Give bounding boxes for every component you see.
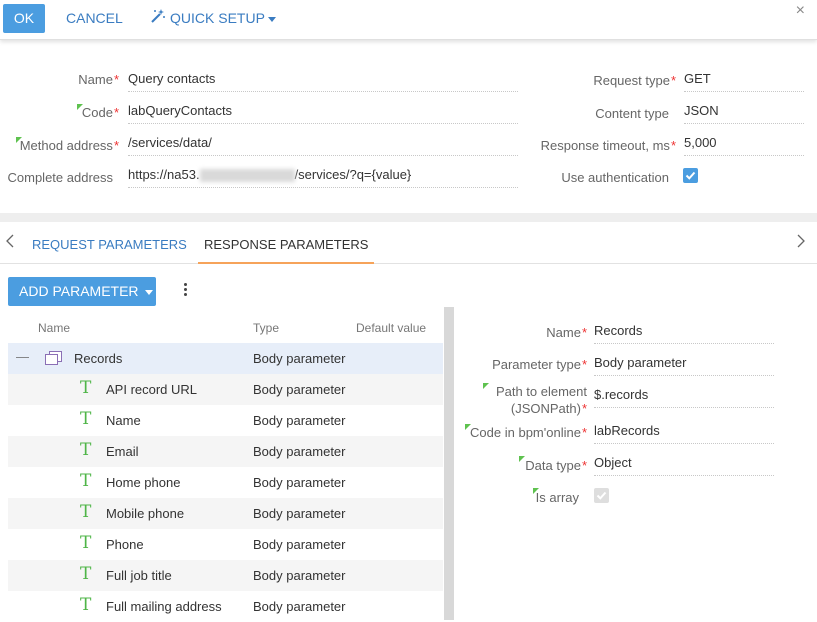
text-type-icon: T <box>80 595 92 615</box>
quick-setup-button[interactable]: QUICK SETUP <box>150 4 276 33</box>
row-type: Body parameter <box>253 506 346 521</box>
request-type-field[interactable]: GET <box>684 70 804 92</box>
data-type-field[interactable]: Object <box>594 454 774 476</box>
table-row[interactable]: T Full job title Body parameter <box>8 560 443 591</box>
column-header-name[interactable]: Name <box>38 321 70 335</box>
is-array-label: Is array <box>535 490 579 505</box>
use-authentication-checkbox[interactable] <box>683 168 698 183</box>
content-type-label: Content type <box>595 106 669 121</box>
content-type-field[interactable]: JSON <box>684 102 804 124</box>
table-row[interactable]: T Name Body parameter <box>8 405 443 436</box>
request-type-label: Request type* <box>593 73 676 88</box>
row-type: Body parameter <box>253 351 346 366</box>
table-row[interactable]: T Email Body parameter <box>8 436 443 467</box>
name-label: Name* <box>78 72 119 87</box>
code-in-bpmonline-field[interactable]: labRecords <box>594 422 774 444</box>
chevron-right-icon[interactable] <box>797 234 807 252</box>
chevron-left-icon[interactable] <box>6 234 16 252</box>
data-type-label: Data type* <box>525 458 587 473</box>
row-name: API record URL <box>106 382 198 397</box>
row-name: Phone <box>106 537 144 552</box>
is-array-checkbox <box>594 488 609 503</box>
panel-splitter[interactable] <box>444 307 454 620</box>
text-type-icon: T <box>80 502 92 522</box>
row-type: Body parameter <box>253 537 346 552</box>
row-type: Body parameter <box>253 599 346 614</box>
row-name: Full mailing address <box>106 599 222 614</box>
row-type: Body parameter <box>253 444 346 459</box>
row-type: Body parameter <box>253 568 346 583</box>
chevron-down-icon <box>267 16 276 22</box>
row-name: Mobile phone <box>106 506 185 521</box>
text-type-icon: T <box>80 533 92 553</box>
complete-address-field: https://na53./services/?q={value} <box>128 166 518 188</box>
table-row[interactable]: T Mobile phone Body parameter <box>8 498 443 529</box>
tab-request-parameters[interactable]: REQUEST PARAMETERS <box>32 222 187 264</box>
magic-wand-icon <box>150 5 166 34</box>
text-type-icon: T <box>80 564 92 584</box>
add-parameter-button[interactable]: ADD PARAMETER <box>8 277 156 306</box>
row-name: Home phone <box>106 475 181 490</box>
row-type: Body parameter <box>253 382 346 397</box>
name-field[interactable]: Query contacts <box>128 70 518 92</box>
table-row[interactable]: T Full mailing address Body parameter <box>8 591 443 622</box>
method-address-field[interactable]: /services/data/ <box>128 134 518 156</box>
param-name-field[interactable]: Records <box>594 322 774 344</box>
table-row[interactable]: T API record URL Body parameter <box>8 374 443 405</box>
path-to-element-field[interactable]: $.records <box>594 386 774 408</box>
parameter-type-field[interactable]: Body parameter <box>594 354 774 376</box>
response-timeout-label: Response timeout, ms* <box>540 138 676 153</box>
column-header-default[interactable]: Default value <box>356 321 426 335</box>
object-icon <box>45 351 62 368</box>
path-to-element-label: Path to element (JSONPath)* <box>495 384 587 416</box>
more-options-icon[interactable] <box>184 283 188 298</box>
code-field[interactable]: labQueryContacts <box>128 102 518 124</box>
complete-address-label: Complete address <box>7 170 114 185</box>
parameter-type-label: Parameter type* <box>492 357 587 372</box>
code-in-bpmonline-label: Code in bpm'online* <box>470 425 587 440</box>
top-toolbar: OK CANCEL QUICK SETUP × <box>0 0 817 40</box>
param-name-label: Name* <box>546 325 587 340</box>
row-name: Records <box>74 351 123 366</box>
row-name: Name <box>106 413 141 428</box>
table-row[interactable]: — Records Body parameter <box>8 343 443 374</box>
text-type-icon: T <box>80 378 92 398</box>
response-timeout-field[interactable]: 5,000 <box>684 134 804 156</box>
redacted-domain <box>199 169 295 183</box>
text-type-icon: T <box>80 409 92 429</box>
text-type-icon: T <box>80 440 92 460</box>
row-type: Body parameter <box>253 413 346 428</box>
checkmark-icon <box>685 171 696 180</box>
method-address-label: Method address* <box>19 138 119 153</box>
tab-bar: REQUEST PARAMETERS RESPONSE PARAMETERS <box>0 222 817 264</box>
row-name: Email <box>106 444 139 459</box>
ok-button[interactable]: OK <box>3 4 45 33</box>
row-type: Body parameter <box>253 475 346 490</box>
quick-setup-label: QUICK SETUP <box>170 10 265 26</box>
close-icon[interactable]: × <box>796 2 805 20</box>
row-name: Full job title <box>106 568 172 583</box>
table-row[interactable]: T Home phone Body parameter <box>8 467 443 498</box>
text-type-icon: T <box>80 471 92 491</box>
code-label: Code* <box>81 105 119 120</box>
use-authentication-label: Use authentication <box>561 170 669 185</box>
section-divider <box>0 213 817 222</box>
tab-response-parameters[interactable]: RESPONSE PARAMETERS <box>198 222 375 264</box>
collapse-icon[interactable]: — <box>16 349 29 364</box>
cancel-button[interactable]: CANCEL <box>66 4 123 33</box>
column-header-type[interactable]: Type <box>253 321 279 335</box>
table-row[interactable]: T Phone Body parameter <box>8 529 443 560</box>
checkmark-icon <box>596 491 607 500</box>
chevron-down-icon <box>144 289 153 295</box>
